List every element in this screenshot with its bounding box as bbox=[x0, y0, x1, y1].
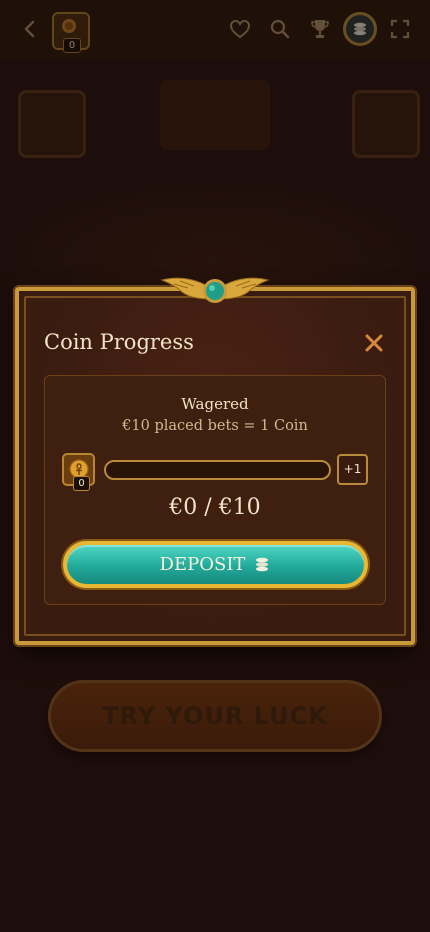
coin-badge-count: 0 bbox=[73, 476, 90, 491]
wagered-label: Wagered bbox=[181, 395, 249, 413]
deposit-label: DEPOSIT bbox=[159, 554, 246, 575]
wager-amount-text: €0 / €10 bbox=[169, 495, 261, 520]
conversion-rule-text: €10 placed bets = 1 Coin bbox=[122, 418, 308, 434]
winged-gem-icon bbox=[160, 277, 270, 303]
modal-title: Coin Progress bbox=[44, 330, 194, 354]
close-icon bbox=[365, 334, 383, 352]
progress-bar bbox=[104, 460, 331, 480]
coin-badge: 0 bbox=[62, 453, 95, 491]
deposit-button[interactable]: DEPOSIT bbox=[63, 541, 368, 588]
plus-one-badge: +1 bbox=[337, 454, 368, 485]
close-button[interactable] bbox=[362, 331, 386, 355]
coin-stack-icon bbox=[256, 557, 269, 571]
